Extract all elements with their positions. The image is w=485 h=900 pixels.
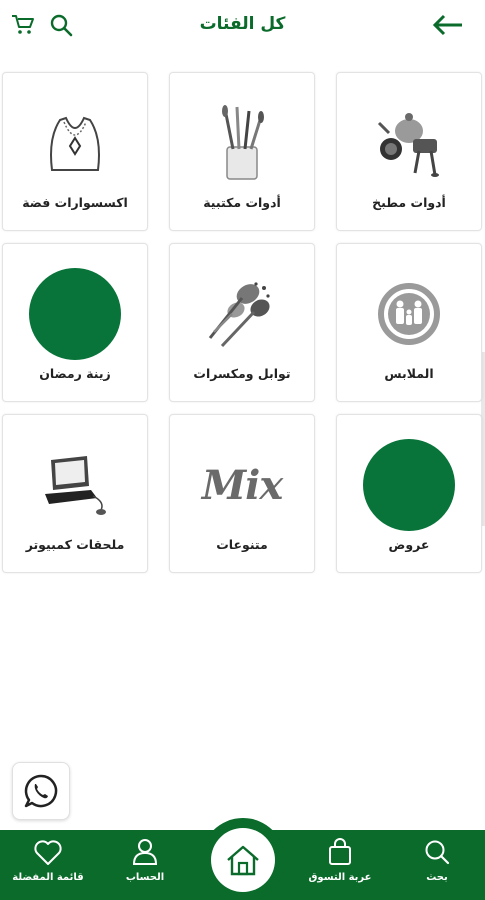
category-card-office[interactable]: أدوات مكتبية xyxy=(169,72,315,231)
home-icon xyxy=(227,845,259,876)
whatsapp-button[interactable] xyxy=(12,762,70,820)
mix-text: Mix xyxy=(201,461,283,509)
search-icon xyxy=(425,840,450,865)
nav-label: قائمة المفضلة xyxy=(12,872,84,883)
category-card-silver[interactable]: اكسسوارات فضة xyxy=(2,72,148,231)
nav-label: الحساب xyxy=(125,872,165,883)
category-card-computer[interactable]: ملحقات كمبيوتر xyxy=(2,414,148,573)
nav-label: عربة التسوق xyxy=(308,872,372,883)
shopping-bag-icon xyxy=(329,838,351,865)
nav-account[interactable]: الحساب xyxy=(105,838,185,883)
nav-label: بحث xyxy=(426,872,448,883)
category-card-offers[interactable]: عروض xyxy=(336,414,482,573)
computer-image xyxy=(27,437,123,533)
category-label: أدوات مكتبية xyxy=(203,195,281,210)
green-circle-image xyxy=(361,437,457,533)
category-label: الملابس xyxy=(384,366,434,381)
nav-search[interactable]: بحث xyxy=(397,838,477,883)
green-circle xyxy=(363,439,455,531)
user-icon xyxy=(132,839,158,865)
office-tools-image xyxy=(194,95,290,191)
category-card-kitchen[interactable]: أدوات مطبخ xyxy=(336,72,482,231)
category-label: زينة رمضان xyxy=(39,366,111,381)
category-label: أدوات مطبخ xyxy=(372,195,446,210)
top-bar: كل الفئات xyxy=(0,0,485,56)
nav-cart[interactable]: عربة التسوق xyxy=(300,838,380,883)
category-card-clothes[interactable]: الملابس xyxy=(336,243,482,402)
category-label: عروض xyxy=(388,537,430,552)
arrow-back-icon[interactable] xyxy=(431,10,465,40)
whatsapp-icon xyxy=(24,774,58,808)
green-circle xyxy=(29,268,121,360)
heart-icon xyxy=(34,840,62,865)
nav-wishlist[interactable]: قائمة المفضلة xyxy=(8,838,88,883)
page-title: كل الفئات xyxy=(199,14,286,34)
silver-necklace-image xyxy=(27,95,123,191)
kitchen-tools-image xyxy=(361,95,457,191)
category-label: توابل ومكسرات xyxy=(193,366,291,381)
home-button[interactable] xyxy=(211,828,275,892)
category-label: اكسسوارات فضة xyxy=(22,195,128,210)
categories-grid: أدوات مطبخ أدوات مكتبية اكسسوارات فضة ال… xyxy=(2,72,482,573)
spices-image xyxy=(194,266,290,362)
category-card-spices[interactable]: توابل ومكسرات xyxy=(169,243,315,402)
category-card-misc[interactable]: Mix متنوعات xyxy=(169,414,315,573)
green-circle-image xyxy=(27,266,123,362)
category-label: متنوعات xyxy=(216,537,268,552)
category-label: ملحقات كمبيوتر xyxy=(25,537,125,552)
category-card-ramadan[interactable]: زينة رمضان xyxy=(2,243,148,402)
mix-text-image: Mix xyxy=(194,437,290,533)
family-clothes-image xyxy=(361,266,457,362)
